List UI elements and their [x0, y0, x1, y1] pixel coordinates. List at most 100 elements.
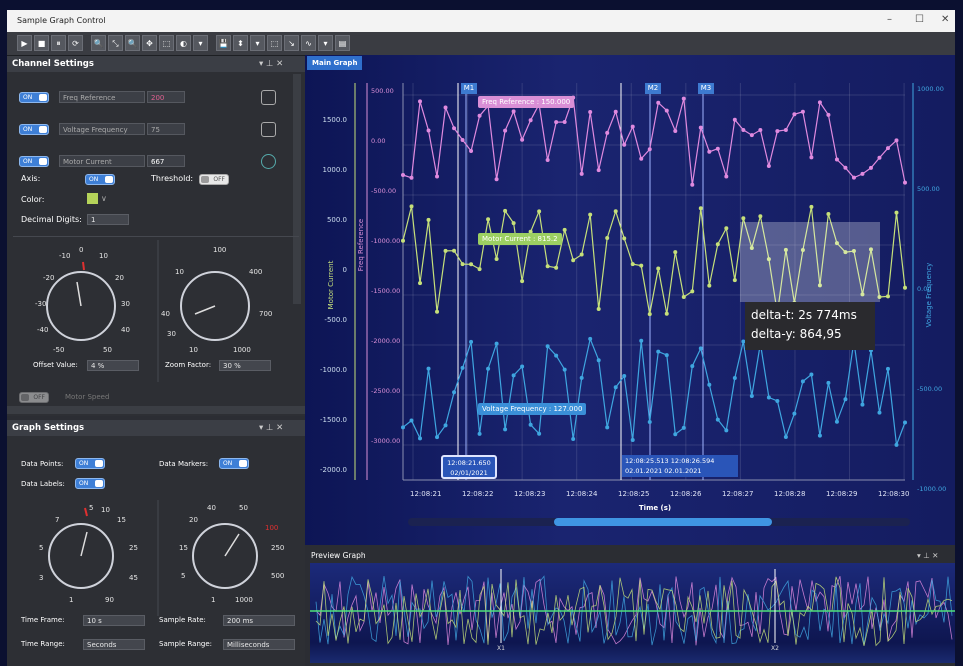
time-frame-label: Time Frame:	[21, 616, 65, 624]
left-tick-label: -500.0	[324, 316, 347, 324]
marker-m1[interactable]: M1	[461, 83, 477, 94]
toolbar-button-13[interactable]: ▾	[250, 35, 265, 51]
minimize-button[interactable]: –	[887, 14, 892, 25]
sample-range-select[interactable]: Milliseconds	[223, 639, 295, 650]
freq-series-point	[749, 133, 754, 138]
sample-rate-select[interactable]: 200 ms	[223, 615, 295, 626]
freq-series-point	[401, 173, 405, 178]
window-title: Sample Graph Control	[17, 16, 106, 25]
toolbar-button-15[interactable]: ↘	[284, 35, 299, 51]
preview-graph-header: Preview Graph ▾ ⊥ ✕	[305, 549, 955, 563]
panel-pin-icon[interactable]: ▾ ⊥ ✕	[259, 56, 283, 72]
preview-marker-x2: X2	[771, 645, 779, 652]
threshold-label: Threshold:	[151, 174, 194, 183]
zoom-select[interactable]: 30 %	[219, 360, 271, 371]
toolbar-button-5[interactable]: ⤡	[108, 35, 123, 51]
voltage-series-point	[401, 425, 405, 430]
voltage-series-point	[486, 366, 491, 371]
toolbar-button-9[interactable]: ◐	[176, 35, 191, 51]
freq-series-point	[877, 155, 882, 160]
data-points-toggle[interactable]: ON	[75, 458, 105, 469]
motor-series-point	[426, 217, 431, 222]
motor-series-point	[707, 283, 712, 288]
toolbar-button-11[interactable]: 💾	[216, 35, 231, 51]
left-tick-label: -1500.0	[320, 416, 347, 424]
motor-series-point	[452, 248, 457, 253]
freq-series-point	[409, 175, 414, 180]
toolbar-button-4[interactable]: 🔍	[91, 35, 106, 51]
decimal-digits-select[interactable]: 1	[87, 214, 129, 225]
channel-2-value[interactable]: 75	[147, 123, 185, 135]
offset-select[interactable]: 4 %	[87, 360, 139, 371]
toolbar-button-17[interactable]: ▾	[318, 35, 333, 51]
panel-pin-icon[interactable]: ▾ ⊥ ✕	[917, 549, 938, 563]
gear-icon[interactable]	[261, 90, 276, 105]
threshold-toggle[interactable]: OFF	[199, 174, 229, 185]
toolbar-button-18[interactable]: ▤	[335, 35, 350, 51]
channel-3-toggle[interactable]: ON	[19, 156, 49, 167]
toolbar-button-1[interactable]: ■	[34, 35, 49, 51]
channel-3-name[interactable]: Motor Current	[59, 155, 145, 167]
voltage-series-point	[622, 374, 627, 379]
data-labels-toggle[interactable]: ON	[75, 478, 105, 489]
motor-series-point	[579, 252, 584, 257]
freq-series-point	[418, 99, 423, 104]
motor-data-label: Motor Current : 815.2	[478, 233, 562, 245]
horizontal-scroll-track[interactable]	[408, 518, 910, 526]
freq-series-point	[758, 127, 763, 132]
marker-m2[interactable]: M2	[645, 83, 661, 94]
toolbar-button-3[interactable]: ⟳	[68, 35, 83, 51]
toolbar-button-16[interactable]: ∿	[301, 35, 316, 51]
chevron-down-icon[interactable]: ∨	[101, 194, 107, 203]
toolbar-button-0[interactable]: ▶	[17, 35, 32, 51]
time-frame-select[interactable]: 10 s	[83, 615, 145, 626]
motor-series-point	[639, 263, 644, 268]
toolbar-button-6[interactable]: 🔍	[125, 35, 140, 51]
marker-m3[interactable]: M3	[698, 83, 714, 94]
motor-series-point	[418, 281, 423, 286]
toolbar-button-10[interactable]: ▾	[193, 35, 208, 51]
color-swatch[interactable]	[87, 193, 98, 204]
freq-series-point	[868, 165, 873, 170]
channel-2-name[interactable]: Voltage Frequency	[59, 123, 145, 135]
voltage-series-point	[783, 435, 788, 440]
voltage-series-point	[843, 397, 848, 402]
panel-pin-icon[interactable]: ▾ ⊥ ✕	[259, 420, 283, 436]
gear-icon[interactable]	[261, 122, 276, 137]
time-range-select[interactable]: Seconds	[83, 639, 145, 650]
data-markers-toggle[interactable]: ON	[219, 458, 249, 469]
channel-1-name[interactable]: Freq Reference	[59, 91, 145, 103]
motor-series-point	[613, 209, 618, 214]
motor-series-point	[647, 312, 652, 317]
freq-series-point	[460, 138, 465, 143]
panel-title: Graph Settings	[12, 423, 85, 433]
motor-series-point	[724, 226, 729, 231]
channel-2-toggle[interactable]: ON	[19, 124, 49, 135]
motor-series-point	[588, 212, 593, 217]
axis-toggle[interactable]: ON	[85, 174, 115, 185]
preview-graph-chart[interactable]	[310, 563, 955, 663]
toolbar-button-12[interactable]: ⬍	[233, 35, 248, 51]
horizontal-scroll-thumb[interactable]	[554, 518, 772, 526]
toolbar-button-7[interactable]: ✥	[142, 35, 157, 51]
gear-icon[interactable]	[261, 154, 276, 169]
maximize-button[interactable]: ☐	[915, 14, 924, 25]
horizontal-scrollbar[interactable]	[7, 406, 305, 414]
voltage-series-point	[817, 433, 822, 438]
freq-series-point	[681, 96, 686, 101]
voltage-series-point	[537, 431, 542, 436]
motor-series-point	[511, 221, 516, 226]
freq-series-point	[435, 174, 440, 179]
toolbar-button-14[interactable]: ⬚	[267, 35, 282, 51]
freq-data-label: Freq Reference : 150.000	[478, 96, 575, 108]
selection-rectangle[interactable]	[740, 222, 880, 302]
freq-series-point	[477, 113, 482, 118]
channel-3-value[interactable]: 667	[147, 155, 185, 167]
close-button[interactable]: ✕	[941, 14, 949, 25]
channel-1-value[interactable]: 200	[147, 91, 185, 103]
toolbar-button-2[interactable]: ⏸	[51, 35, 66, 51]
channel-1-toggle[interactable]: ON	[19, 92, 49, 103]
channel-4-toggle[interactable]: OFF	[19, 392, 49, 403]
freq-series-point	[452, 126, 457, 131]
toolbar-button-8[interactable]: ⬚	[159, 35, 174, 51]
